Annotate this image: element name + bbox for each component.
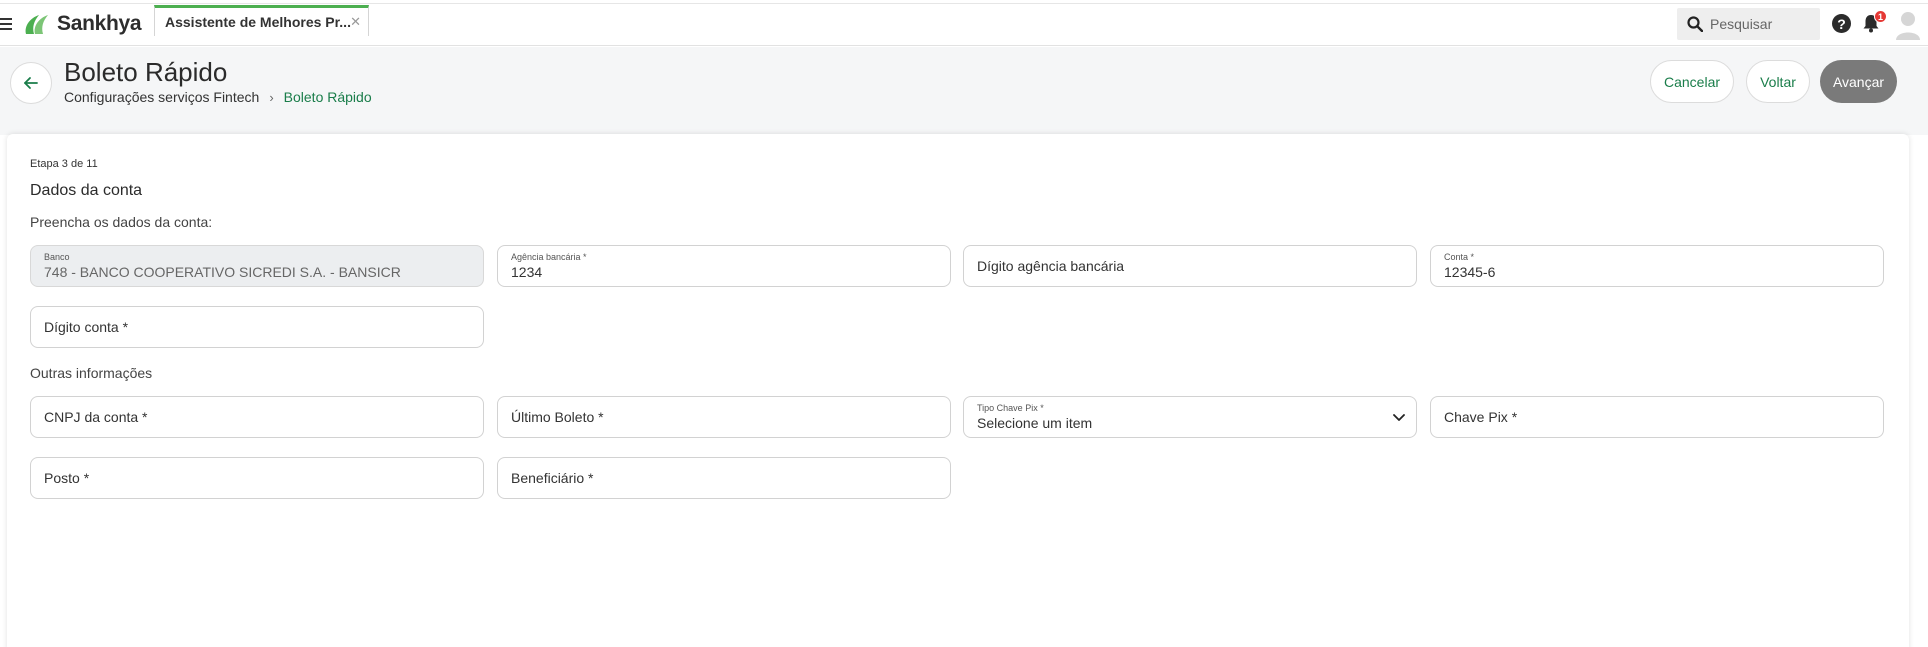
page-title: Boleto Rápido bbox=[64, 57, 228, 87]
brand-name: Sankhya bbox=[57, 12, 142, 35]
search-input[interactable] bbox=[1710, 16, 1810, 32]
notification-badge: 1 bbox=[1874, 10, 1887, 23]
top-bar: Sankhya Assistente de Melhores Pr... ✕ ?… bbox=[0, 0, 1928, 46]
cancel-button[interactable]: Cancelar bbox=[1650, 60, 1734, 103]
banco-label: Banco bbox=[44, 252, 70, 262]
tab-assistente[interactable]: Assistente de Melhores Pr... ✕ bbox=[154, 5, 369, 36]
search-icon bbox=[1687, 16, 1703, 32]
chevron-right-icon: › bbox=[269, 89, 274, 105]
chave-pix-placeholder: Chave Pix * bbox=[1444, 409, 1518, 425]
posto-field[interactable]: Posto * bbox=[30, 457, 484, 499]
chave-pix-field[interactable]: Chave Pix * bbox=[1430, 396, 1884, 438]
agencia-label: Agência bancária * bbox=[511, 252, 587, 262]
voltar-button[interactable]: Voltar bbox=[1746, 60, 1810, 103]
ultimo-boleto-placeholder: Último Boleto * bbox=[511, 409, 604, 425]
tipo-chave-pix-label: Tipo Chave Pix * bbox=[977, 403, 1044, 413]
section-subtitle: Preencha os dados da conta: bbox=[30, 214, 213, 230]
search-box[interactable] bbox=[1677, 8, 1820, 40]
agencia-field[interactable]: Agência bancária * 1234 bbox=[497, 245, 951, 287]
cnpj-placeholder: CNPJ da conta * bbox=[44, 409, 148, 425]
chevron-down-icon bbox=[1393, 414, 1405, 421]
breadcrumb: Configurações serviços Fintech › Boleto … bbox=[64, 89, 372, 105]
help-icon[interactable]: ? bbox=[1832, 14, 1851, 33]
posto-placeholder: Posto * bbox=[44, 470, 90, 486]
avancar-button[interactable]: Avançar bbox=[1820, 60, 1897, 103]
digito-agencia-placeholder: Dígito agência bancária bbox=[977, 258, 1125, 274]
banco-field: Banco 748 - BANCO COOPERATIVO SICREDI S.… bbox=[30, 245, 484, 287]
banco-value: 748 - BANCO COOPERATIVO SICREDI S.A. - B… bbox=[44, 264, 401, 280]
brand-logo[interactable]: Sankhya bbox=[22, 12, 142, 36]
sankhya-logo-icon bbox=[25, 15, 48, 34]
close-icon[interactable]: ✕ bbox=[350, 14, 361, 30]
arrow-left-icon bbox=[24, 77, 38, 89]
conta-field[interactable]: Conta * 12345-6 bbox=[1430, 245, 1884, 287]
conta-value: 12345-6 bbox=[1444, 264, 1496, 280]
digito-conta-placeholder: Dígito conta * bbox=[44, 319, 129, 335]
section-title: Dados da conta bbox=[30, 182, 143, 199]
breadcrumb-parent[interactable]: Configurações serviços Fintech bbox=[64, 89, 259, 105]
beneficiario-placeholder: Beneficiário * bbox=[511, 470, 594, 486]
menu-icon[interactable] bbox=[0, 18, 12, 30]
cnpj-field[interactable]: CNPJ da conta * bbox=[30, 396, 484, 438]
form-card: Etapa 3 de 11 Dados da conta Preencha os… bbox=[7, 134, 1909, 647]
digito-agencia-field[interactable]: Dígito agência bancária bbox=[963, 245, 1417, 287]
digito-conta-field[interactable]: Dígito conta * bbox=[30, 306, 484, 348]
step-indicator: Etapa 3 de 11 bbox=[30, 158, 98, 170]
other-info-heading: Outras informações bbox=[30, 365, 153, 381]
agencia-value: 1234 bbox=[511, 264, 543, 280]
conta-label: Conta * bbox=[1444, 252, 1475, 262]
tipo-chave-pix-select[interactable]: Tipo Chave Pix * Selecione um item bbox=[963, 396, 1417, 438]
back-button[interactable] bbox=[10, 62, 52, 104]
tab-label: Assistente de Melhores Pr... bbox=[165, 14, 351, 30]
page-header: Boleto Rápido Configurações serviços Fin… bbox=[0, 47, 1928, 135]
tipo-chave-pix-value: Selecione um item bbox=[977, 415, 1093, 431]
ultimo-boleto-field[interactable]: Último Boleto * bbox=[497, 396, 951, 438]
avatar[interactable] bbox=[1895, 10, 1921, 40]
top-divider bbox=[0, 3, 1928, 4]
breadcrumb-current: Boleto Rápido bbox=[283, 89, 372, 105]
beneficiario-field[interactable]: Beneficiário * bbox=[497, 457, 951, 499]
